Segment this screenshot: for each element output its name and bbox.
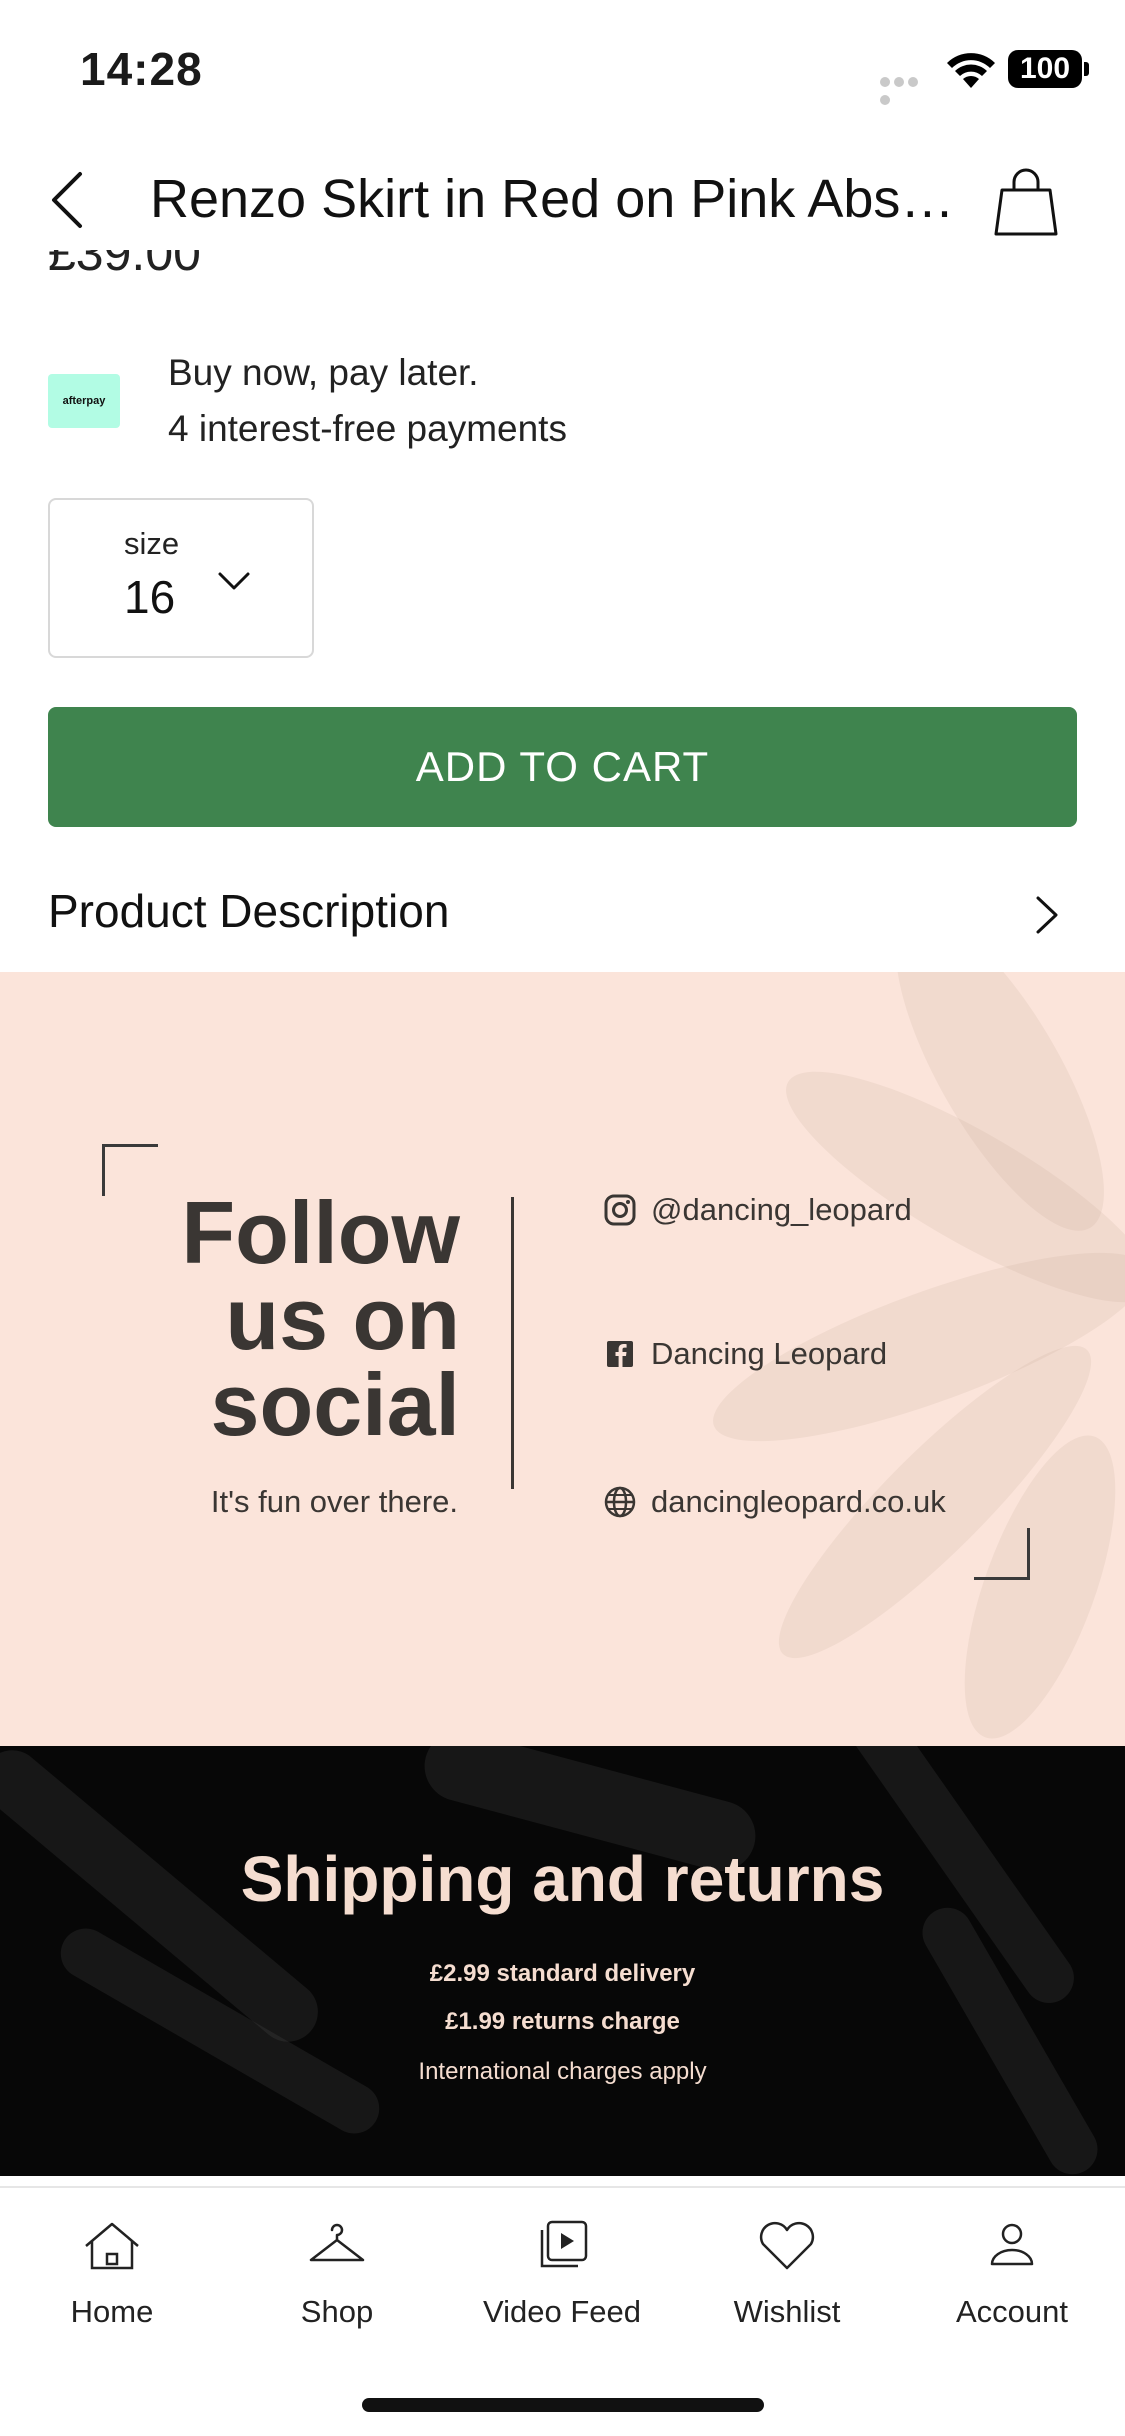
home-icon: [85, 2222, 139, 2270]
shipping-returns-banner[interactable]: Shipping and returns £2.99 standard deli…: [0, 1746, 1125, 2176]
tab-home[interactable]: Home: [12, 2216, 212, 2356]
instagram-link[interactable]: @dancing_leopard: [603, 1190, 912, 1230]
shopping-bag-icon[interactable]: [990, 160, 1062, 240]
size-label: size: [124, 526, 180, 561]
follow-heading-line1: Follow: [181, 1183, 460, 1282]
shipping-title: Shipping and returns: [240, 1843, 885, 1915]
navigation-bar: Renzo Skirt in Red on Pink Abst...: [0, 150, 1125, 250]
frame-corner-top-left: [102, 1144, 158, 1196]
website-link[interactable]: dancingleopard.co.uk: [603, 1482, 946, 1522]
battery-indicator: 100: [1008, 50, 1089, 88]
add-to-cart-button[interactable]: ADD TO CART: [48, 707, 1077, 827]
tab-shop-label: Shop: [300, 2294, 374, 2329]
frame-corner-bottom-right: [974, 1528, 1030, 1580]
facebook-link[interactable]: Dancing Leopard: [603, 1334, 887, 1374]
instagram-icon: [604, 1194, 636, 1226]
back-button[interactable]: [42, 164, 102, 236]
vertical-divider: [511, 1197, 514, 1489]
tab-video-feed[interactable]: Video Feed: [462, 2216, 662, 2356]
follow-social-banner[interactable]: Follow us on social It's fun over there.…: [0, 972, 1125, 1746]
follow-heading: Follow us on social: [150, 1183, 460, 1454]
page-title: Renzo Skirt in Red on Pink Abst...: [150, 169, 960, 229]
tab-wishlist-label: Wishlist: [733, 2294, 841, 2329]
video-feed-icon: [540, 2220, 588, 2268]
facebook-icon: [607, 1341, 633, 1367]
person-icon: [990, 2223, 1034, 2266]
chevron-down-icon: [218, 572, 250, 590]
home-indicator[interactable]: [362, 2398, 764, 2412]
shipping-international: International charges apply: [418, 2058, 707, 2085]
follow-heading-line3: social: [210, 1355, 460, 1454]
size-selector[interactable]: size 16: [48, 498, 314, 658]
website-url: dancingleopard.co.uk: [651, 1484, 946, 1519]
heart-icon: [759, 2221, 815, 2270]
facebook-name: Dancing Leopard: [651, 1336, 888, 1371]
chevron-right-icon: [1036, 896, 1058, 934]
afterpay-text-line2: 4 interest-free payments: [168, 408, 567, 449]
instagram-handle: @dancing_leopard: [651, 1192, 912, 1227]
shipping-returns-charge: £1.99 returns charge: [445, 2008, 680, 2035]
tab-video-feed-label: Video Feed: [483, 2294, 641, 2329]
tab-account-label: Account: [955, 2294, 1068, 2329]
tab-shop[interactable]: Shop: [237, 2216, 437, 2356]
shipping-standard-delivery: £2.99 standard delivery: [429, 1960, 696, 1987]
product-price: £39.00: [48, 250, 201, 281]
product-description-row[interactable]: Product Description: [0, 860, 1125, 960]
afterpay-text-line1: Buy now, pay later.: [168, 352, 479, 393]
tab-home-label: Home: [70, 2294, 154, 2329]
tab-wishlist[interactable]: Wishlist: [687, 2216, 887, 2356]
wifi-icon: [947, 53, 995, 88]
tab-account[interactable]: Account: [912, 2216, 1112, 2356]
status-bar: 14:28 100: [0, 0, 1125, 130]
hanger-icon: [309, 2223, 365, 2262]
cellular-signal-icon: [880, 74, 932, 105]
price-area: £39.00: [0, 250, 1125, 300]
follow-tagline: It's fun over there.: [210, 1484, 458, 1519]
follow-heading-line2: us on: [225, 1269, 460, 1368]
size-value: 16: [124, 571, 176, 623]
globe-icon: [604, 1486, 636, 1518]
status-time: 14:28: [80, 43, 203, 95]
afterpay-logo: afterpay: [48, 374, 120, 428]
product-description-label: Product Description: [48, 885, 450, 937]
